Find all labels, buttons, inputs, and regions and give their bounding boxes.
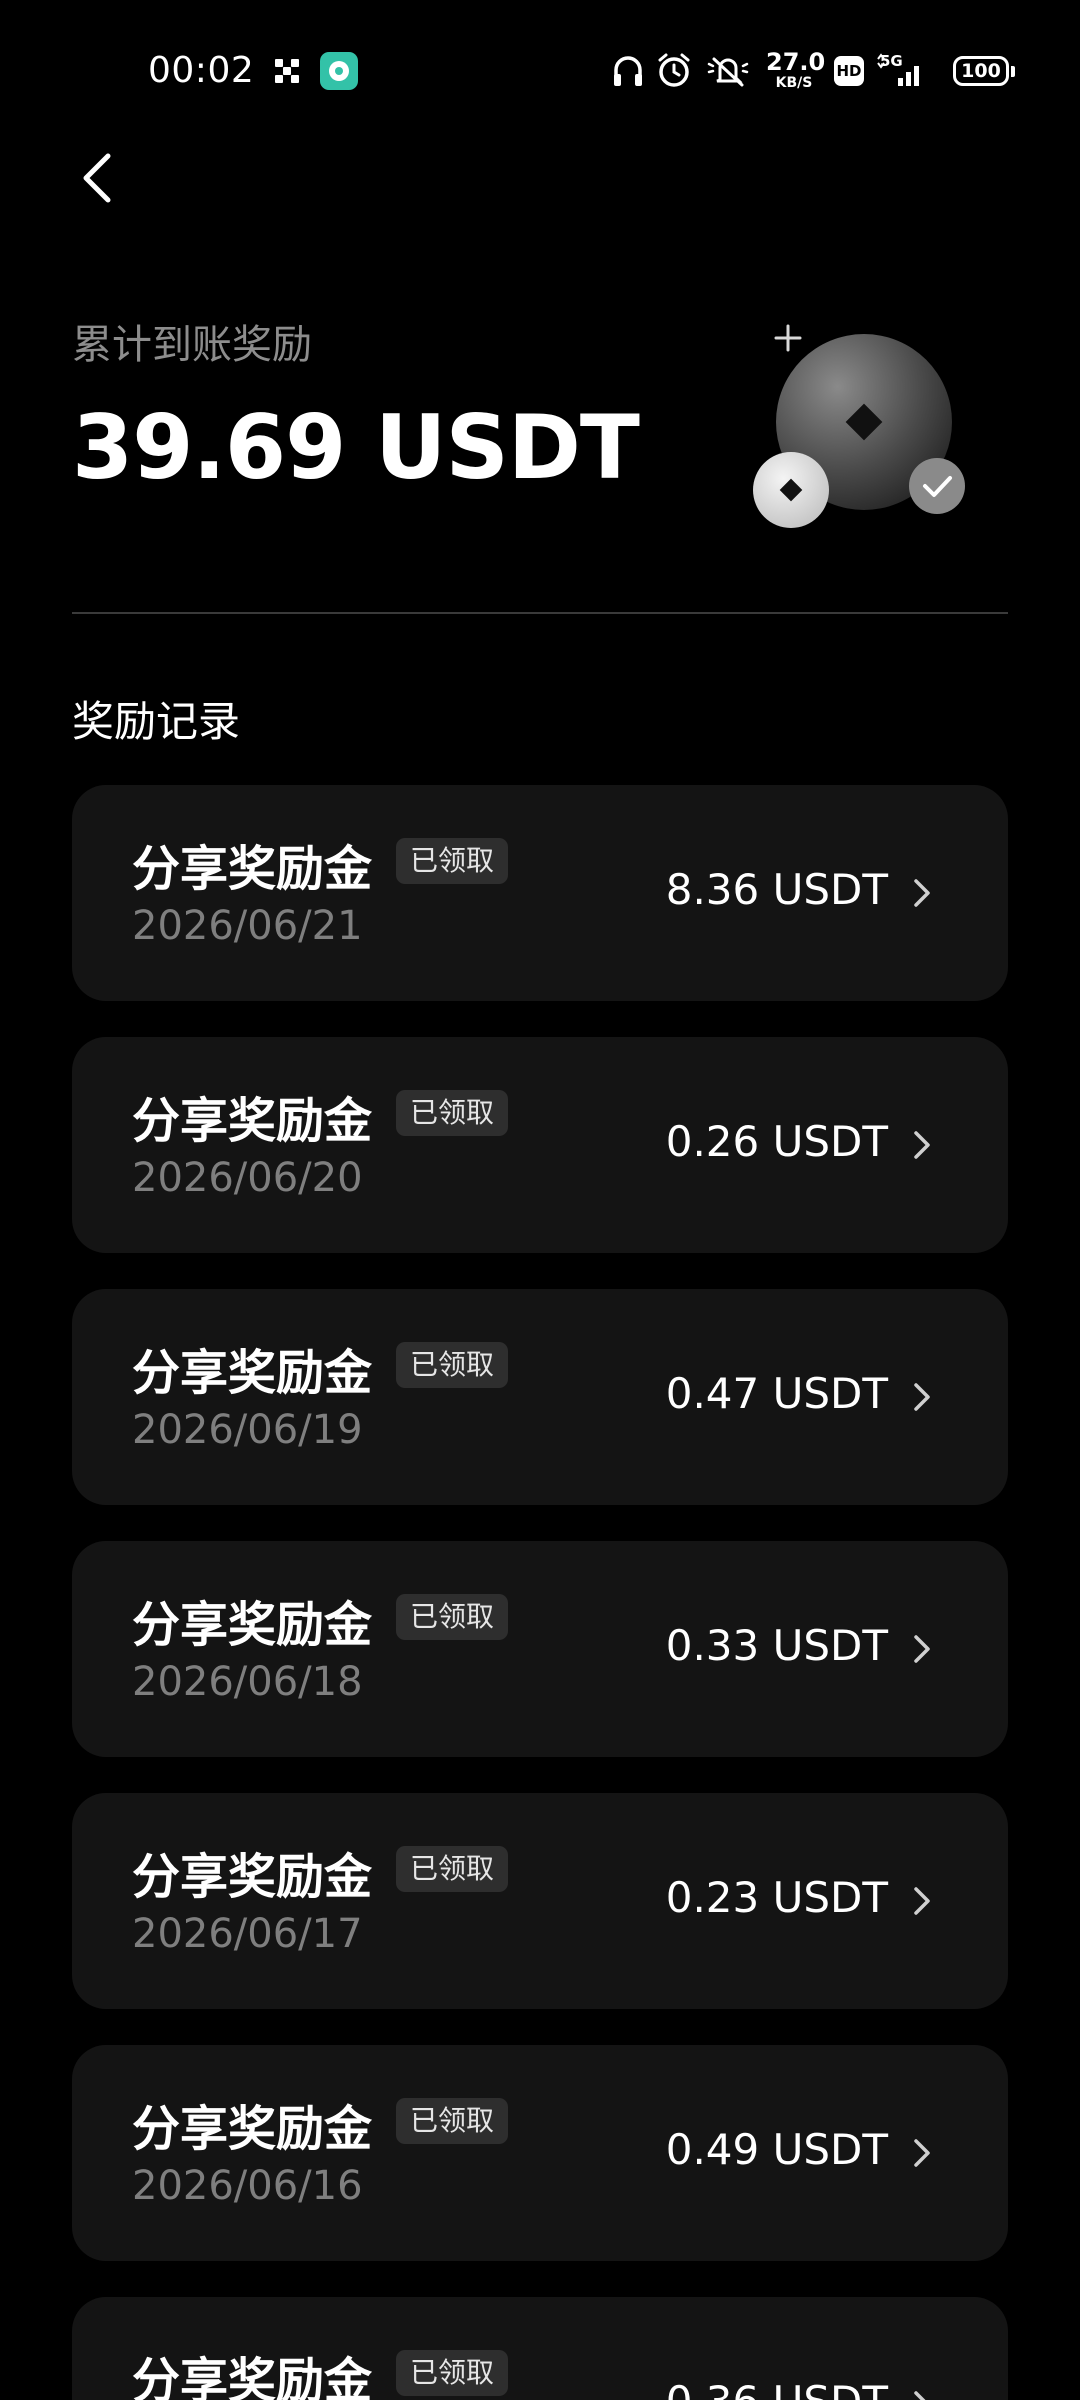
status-time: 00:02: [148, 50, 255, 91]
alarm-icon: [658, 53, 690, 87]
record-amount: 0.33 USDT: [665, 1621, 888, 1670]
network-speed-value: 27.0: [766, 48, 826, 76]
record-amount: 0.49 USDT: [665, 2125, 888, 2174]
status-badge: 已领取: [396, 838, 509, 884]
record-title: 分享奖励金: [132, 1345, 373, 1401]
divider: [72, 612, 1008, 614]
section-title: 奖励记录: [72, 697, 241, 746]
record-amount: 0.36 USDT: [666, 2377, 888, 2400]
signal-icon: [877, 53, 919, 86]
reward-record-card[interactable]: 分享奖励金 已领取 2026/06/21 8.36 USDT: [72, 785, 1008, 1001]
record-amount: 8.36 USDT: [665, 865, 888, 914]
chevron-right-icon: [914, 2139, 930, 2167]
record-title: 分享奖励金: [132, 2101, 373, 2157]
chat-app-icon: [320, 52, 358, 90]
status-badge: 已领取: [396, 1846, 509, 1892]
status-badge: 已领取: [396, 1090, 509, 1136]
status-badge: 已领取: [396, 2350, 509, 2396]
status-badge: 已领取: [396, 1594, 509, 1640]
record-amount: 0.23 USDT: [665, 1873, 888, 1922]
record-amount: 0.47 USDT: [665, 1369, 888, 1418]
record-date: 2026/06/17: [132, 1911, 363, 1957]
total-reward-label: 累计到账奖励: [72, 322, 312, 368]
record-date: 2026/06/18: [132, 1659, 363, 1705]
reward-record-card[interactable]: 分享奖励金 已领取 0.36 USDT: [72, 2297, 1008, 2400]
record-title: 分享奖励金: [132, 841, 373, 897]
record-date: 2026/06/20: [132, 1155, 363, 1201]
record-date: 2026/06/21: [132, 903, 363, 949]
coin-illustration: [753, 324, 965, 528]
reward-record-card[interactable]: 分享奖励金 已领取 2026/06/19 0.47 USDT: [72, 1289, 1008, 1505]
chevron-right-icon: [914, 2391, 926, 2400]
status-bar: 00:02 27.0 KB/S HD 5G 100: [0, 0, 1080, 140]
chevron-right-icon: [914, 1383, 930, 1411]
total-reward-amount: 39.69 USDT: [72, 396, 640, 499]
battery-icon: 100: [953, 56, 1015, 86]
record-date: 2026/06/16: [132, 2163, 363, 2209]
status-badge: 已领取: [396, 2098, 509, 2144]
record-amount: 0.26 USDT: [665, 1117, 888, 1166]
reward-record-card[interactable]: 分享奖励金 已领取 2026/06/17 0.23 USDT: [72, 1793, 1008, 2009]
mute-icon: [707, 57, 749, 87]
chevron-right-icon: [914, 879, 930, 907]
record-title: 分享奖励金: [132, 1597, 373, 1653]
reward-record-card[interactable]: 分享奖励金 已领取 2026/06/20 0.26 USDT: [72, 1037, 1008, 1253]
status-badge: 已领取: [396, 1342, 509, 1388]
chevron-right-icon: [914, 1131, 930, 1159]
record-title: 分享奖励金: [132, 1849, 373, 1905]
record-date: 2026/06/19: [132, 1407, 363, 1453]
record-title: 分享奖励金: [132, 2353, 373, 2400]
back-arrow-icon[interactable]: [70, 148, 122, 208]
reward-record-card[interactable]: 分享奖励金 已领取 2026/06/16 0.49 USDT: [72, 2045, 1008, 2261]
network-speed: 27.0 KB/S: [766, 48, 826, 91]
chevron-right-icon: [914, 1635, 930, 1663]
reward-page: 00:02 27.0 KB/S HD 5G 100 累计到账奖励 39.69 U…: [0, 0, 1080, 2400]
chevron-right-icon: [914, 1887, 930, 1915]
reward-record-card[interactable]: 分享奖励金 已领取 2026/06/18 0.33 USDT: [72, 1541, 1008, 1757]
app-notification-icon: [275, 59, 299, 83]
network-speed-unit: KB/S: [775, 75, 813, 91]
hd-icon: HD: [834, 56, 864, 86]
headphones-icon: [614, 56, 642, 86]
record-title: 分享奖励金: [132, 1093, 373, 1149]
